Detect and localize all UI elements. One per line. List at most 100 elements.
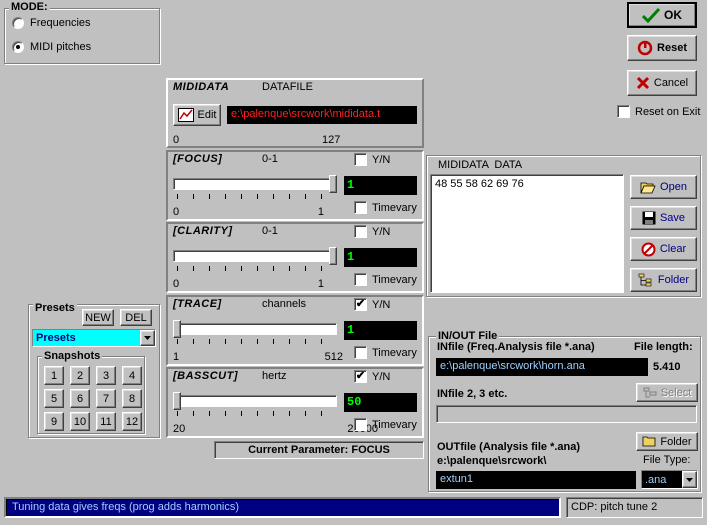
parameter-yn-checkbox[interactable]: Y/N — [354, 225, 390, 238]
timevary-label: Timevary — [372, 346, 417, 359]
file-type-dropdown[interactable]: .ana — [641, 470, 698, 489]
parameter-slider[interactable] — [173, 246, 337, 271]
snapshot-button-11[interactable]: 11 — [96, 412, 116, 431]
parameter-value-field[interactable]: 1 — [344, 321, 417, 340]
ok-label: OK — [664, 8, 682, 22]
mididata-title: MIDIDATA — [173, 81, 230, 93]
parameter-min-label: 20 — [173, 423, 186, 435]
file-length-label: File length: — [634, 341, 693, 353]
infile2-field[interactable] — [436, 405, 697, 423]
slider-thumb[interactable] — [173, 392, 181, 410]
checkbox[interactable] — [354, 418, 367, 431]
reset-button[interactable]: Reset — [627, 35, 697, 61]
snapshot-button-9[interactable]: 9 — [44, 412, 64, 431]
snapshot-button-5[interactable]: 5 — [44, 389, 64, 408]
parameter-max-label: 1 — [317, 278, 324, 290]
cancel-button[interactable]: Cancel — [627, 70, 697, 96]
save-icon — [642, 211, 656, 225]
mididata-panel: MIDIDATA DATAFILE Edit e:\palenque\srcwo… — [166, 78, 424, 148]
parameter-value-field[interactable]: 50 — [344, 393, 417, 412]
file-length-value: 5.410 — [653, 361, 681, 373]
snapshot-button-1[interactable]: 1 — [44, 366, 64, 385]
checkbox[interactable] — [354, 225, 367, 238]
parameter-timevary-checkbox[interactable]: Timevary — [354, 418, 417, 431]
presets-dropdown[interactable]: Presets — [32, 329, 156, 347]
slider-thumb[interactable] — [329, 175, 337, 193]
slider-ticks — [177, 411, 337, 416]
checkbox[interactable]: ✔ — [354, 298, 367, 311]
snapshot-button-2[interactable]: 2 — [70, 366, 90, 385]
snapshot-button-3[interactable]: 3 — [96, 366, 116, 385]
parameter-title: [BASSCUT] — [173, 370, 238, 382]
folder-button[interactable]: Folder — [630, 268, 697, 292]
new-label: NEW — [85, 311, 111, 324]
checkbox[interactable] — [617, 105, 630, 118]
new-preset-button[interactable]: NEW — [82, 309, 114, 326]
timevary-label: Timevary — [372, 273, 417, 286]
slider-ticks — [177, 339, 337, 344]
yn-label: Y/N — [372, 153, 391, 166]
edit-button[interactable]: Edit — [173, 104, 221, 126]
ok-button[interactable]: OK — [627, 2, 697, 28]
checkbox[interactable] — [354, 201, 367, 214]
midi-data-textarea[interactable]: 48 55 58 62 69 76 — [430, 174, 624, 293]
parameter-yn-checkbox[interactable]: ✔ Y/N — [354, 370, 390, 383]
mididata-path-field[interactable]: e:\palenque\srcwork\mididata.t — [227, 106, 417, 124]
snapshot-button-7[interactable]: 7 — [96, 389, 116, 408]
parameter-title: [CLARITY] — [173, 225, 233, 237]
chevron-down-icon — [144, 336, 151, 340]
save-label: Save — [659, 212, 686, 224]
save-button[interactable]: Save — [630, 206, 697, 230]
edit-label: Edit — [197, 109, 217, 121]
parameter-value-field[interactable]: 1 — [344, 248, 417, 267]
mode-title: MODE: — [9, 1, 50, 13]
radio-button[interactable] — [12, 41, 24, 53]
parameter-yn-checkbox[interactable]: Y/N — [354, 153, 390, 166]
parameter-timevary-checkbox[interactable]: Timevary — [354, 346, 417, 359]
snapshot-button-4[interactable]: 4 — [122, 366, 142, 385]
slider-thumb[interactable] — [173, 320, 181, 338]
mode-midi-radio[interactable]: MIDI pitches — [12, 41, 91, 53]
slider-track — [173, 250, 337, 262]
snapshots-grid: 1 2 3 4 5 6 7 8 9 10 11 12 — [44, 366, 144, 432]
outfile-label: OUTfile (Analysis file *.ana) — [437, 441, 581, 453]
checkbox[interactable] — [354, 153, 367, 166]
snapshot-button-12[interactable]: 12 — [122, 412, 142, 431]
timevary-label: Timevary — [372, 201, 417, 214]
reset-label: Reset — [657, 42, 687, 54]
reset-on-exit-checkbox[interactable]: Reset on Exit — [617, 105, 700, 118]
parameter-slider[interactable] — [173, 174, 337, 199]
yn-label: Y/N — [372, 225, 391, 238]
outfile-folder-button[interactable]: Folder — [636, 432, 698, 451]
radio-button[interactable] — [12, 17, 24, 29]
snapshot-button-6[interactable]: 6 — [70, 389, 90, 408]
snapshot-button-10[interactable]: 10 — [70, 412, 90, 431]
infile-field[interactable]: e:\palenque\srcwork\horn.ana — [436, 358, 648, 376]
checkbox[interactable]: ✔ — [354, 370, 367, 383]
folder-label: Folder — [657, 274, 690, 286]
parameter-slider[interactable] — [173, 391, 337, 416]
delete-preset-button[interactable]: DEL — [120, 309, 152, 326]
parameter-timevary-checkbox[interactable]: Timevary — [354, 201, 417, 214]
parameter-timevary-checkbox[interactable]: Timevary — [354, 273, 417, 286]
select-files-icon — [643, 387, 657, 397]
parameter-yn-checkbox[interactable]: ✔ Y/N — [354, 298, 390, 311]
slider-thumb[interactable] — [329, 247, 337, 265]
reset-icon — [637, 40, 653, 56]
timevary-label: Timevary — [372, 418, 417, 431]
dropdown-arrow-button[interactable] — [682, 471, 697, 488]
select-button[interactable]: Select — [636, 383, 698, 402]
outfile-field[interactable]: extun1 — [436, 471, 636, 489]
clear-button[interactable]: Clear — [630, 237, 697, 261]
checkbox[interactable] — [354, 273, 367, 286]
chevron-down-icon — [686, 477, 693, 482]
parameter-range: 0-1 — [262, 225, 278, 237]
snapshot-button-8[interactable]: 8 — [122, 389, 142, 408]
mode-frequencies-radio[interactable]: Frequencies — [12, 17, 91, 29]
checkbox[interactable] — [354, 346, 367, 359]
parameter-slider[interactable] — [173, 319, 337, 344]
open-button[interactable]: Open — [630, 175, 697, 199]
parameter-value-field[interactable]: 1 — [344, 176, 417, 195]
parameter-panel-trace: [TRACE] channels ✔ Y/N 1 1 512 Timevary — [166, 295, 424, 366]
dropdown-arrow-button[interactable] — [140, 330, 155, 346]
